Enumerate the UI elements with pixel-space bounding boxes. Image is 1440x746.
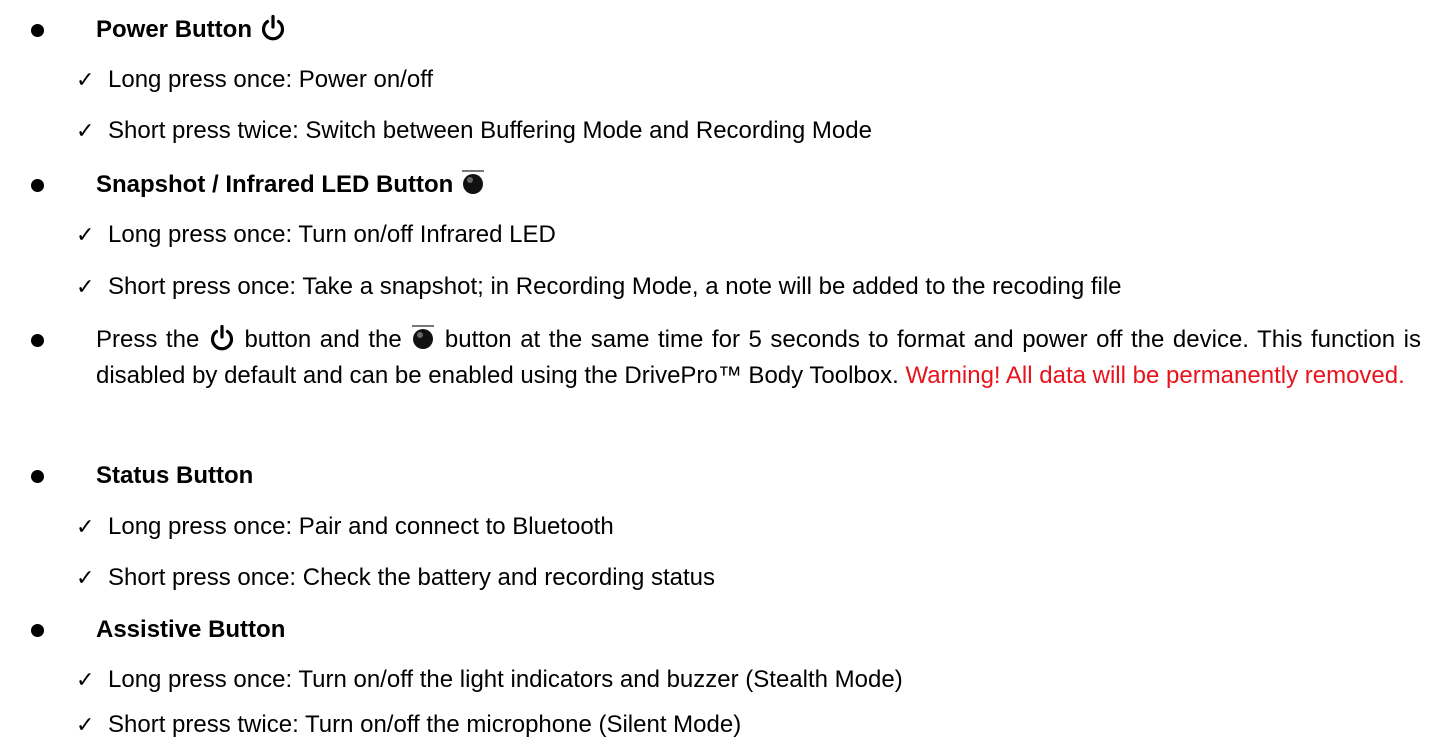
bullet-dot [31, 470, 44, 483]
list-item: ✓ Short press twice: Switch between Buffe… [76, 116, 872, 147]
list-item: ✓ Short press once: Take a snapshot; in R… [76, 272, 1122, 303]
checkmark-icon: ✓ [76, 223, 95, 248]
power-icon [261, 14, 284, 40]
status-button-heading: Status Button [96, 462, 254, 489]
format-instructions-paragraph: Press the button and the button at the s… [96, 322, 1421, 394]
checkmark-icon: ✓ [76, 668, 95, 693]
checkmark-icon: ✓ [76, 119, 95, 144]
bullet-dot [31, 24, 44, 37]
power-button-heading: Power Button [96, 14, 287, 45]
list-item: ✓ Short press twice: Turn on/off the micr… [76, 710, 741, 741]
list-item: ✓ Long press once: Turn on/off Infrared L… [76, 220, 556, 251]
list-item: ✓ Long press once: Pair and connect to Bl… [76, 512, 614, 543]
bullet-dot [31, 179, 44, 192]
document-page: Power Button ✓ Long press once: Power on/… [0, 0, 1440, 746]
checkmark-icon: ✓ [76, 566, 95, 591]
snapshot-button-heading: Snapshot / Infrared LED Button [96, 169, 486, 200]
list-item: ✓ Long press once: Turn on/off the light … [76, 665, 903, 696]
list-item: ✓ Long press once: Power on/off [76, 65, 433, 96]
snapshot-button-icon [462, 169, 484, 194]
snapshot-button-heading-text: Snapshot / Infrared LED Button [96, 171, 454, 198]
snapshot-button-icon [412, 324, 435, 349]
checkmark-icon: ✓ [76, 275, 95, 300]
power-button-heading-text: Power Button [96, 16, 252, 43]
checkmark-icon: ✓ [76, 68, 95, 93]
bullet-dot [31, 624, 44, 637]
power-icon [210, 324, 233, 350]
bullet-dot [31, 334, 44, 347]
checkmark-icon: ✓ [76, 515, 95, 540]
list-item: ✓ Short press once: Check the battery and… [76, 563, 715, 594]
checkmark-icon: ✓ [76, 713, 95, 738]
assistive-button-heading: Assistive Button [96, 616, 286, 643]
warning-text: Warning! All data will be permanently re… [905, 362, 1405, 389]
